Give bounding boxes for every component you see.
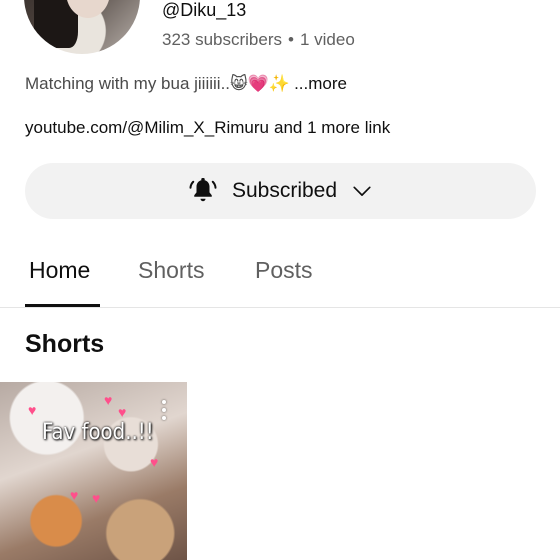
heart-sticker-icon: ♥ bbox=[104, 392, 113, 408]
channel-handle: @Diku_13 bbox=[162, 0, 247, 20]
channel-tabs: Home Shorts Posts bbox=[0, 245, 560, 308]
description-more-link[interactable]: ...more bbox=[294, 74, 347, 93]
shorts-section-title: Shorts bbox=[25, 330, 105, 358]
more-options-icon[interactable] bbox=[160, 400, 168, 424]
active-tab-indicator bbox=[25, 304, 100, 307]
short-thumbnail[interactable]: ♥ ♥ ♥ ♥ ♥ ♥ Fav food..!! bbox=[0, 382, 187, 560]
channel-stats: 323 subscribers • 1 video bbox=[162, 30, 355, 50]
subscriber-count: 323 subscribers bbox=[162, 30, 283, 49]
video-count: 1 video bbox=[299, 30, 355, 49]
description-text: Matching with my bua jiiiiii..😸💗✨ bbox=[25, 74, 291, 93]
tab-posts[interactable]: Posts bbox=[255, 257, 313, 284]
chevron-down-icon bbox=[353, 186, 371, 196]
channel-links[interactable]: youtube.com/@Milim_X_Rimuru and 1 more li… bbox=[25, 118, 390, 138]
tab-shorts[interactable]: Shorts bbox=[138, 257, 204, 284]
heart-sticker-icon: ♥ bbox=[70, 487, 79, 503]
bell-ringing-icon bbox=[189, 178, 217, 202]
channel-description[interactable]: Matching with my bua jiiiiii..😸💗✨ ...more bbox=[25, 74, 347, 94]
tab-home[interactable]: Home bbox=[29, 257, 90, 284]
subscribed-label: Subscribed bbox=[231, 179, 338, 202]
channel-link[interactable]: youtube.com/@Milim_X_Rimuru bbox=[25, 118, 269, 137]
channel-avatar[interactable] bbox=[24, 0, 140, 54]
heart-sticker-icon: ♥ bbox=[118, 404, 127, 420]
heart-sticker-icon: ♥ bbox=[92, 490, 101, 506]
subscribed-button[interactable]: Subscribed bbox=[25, 163, 536, 219]
heart-sticker-icon: ♥ bbox=[28, 402, 37, 418]
heart-sticker-icon: ♥ bbox=[150, 454, 159, 470]
stats-separator: • bbox=[288, 30, 294, 49]
more-links-text[interactable]: and 1 more link bbox=[274, 118, 390, 137]
short-overlay-text: Fav food..!! bbox=[42, 420, 154, 445]
